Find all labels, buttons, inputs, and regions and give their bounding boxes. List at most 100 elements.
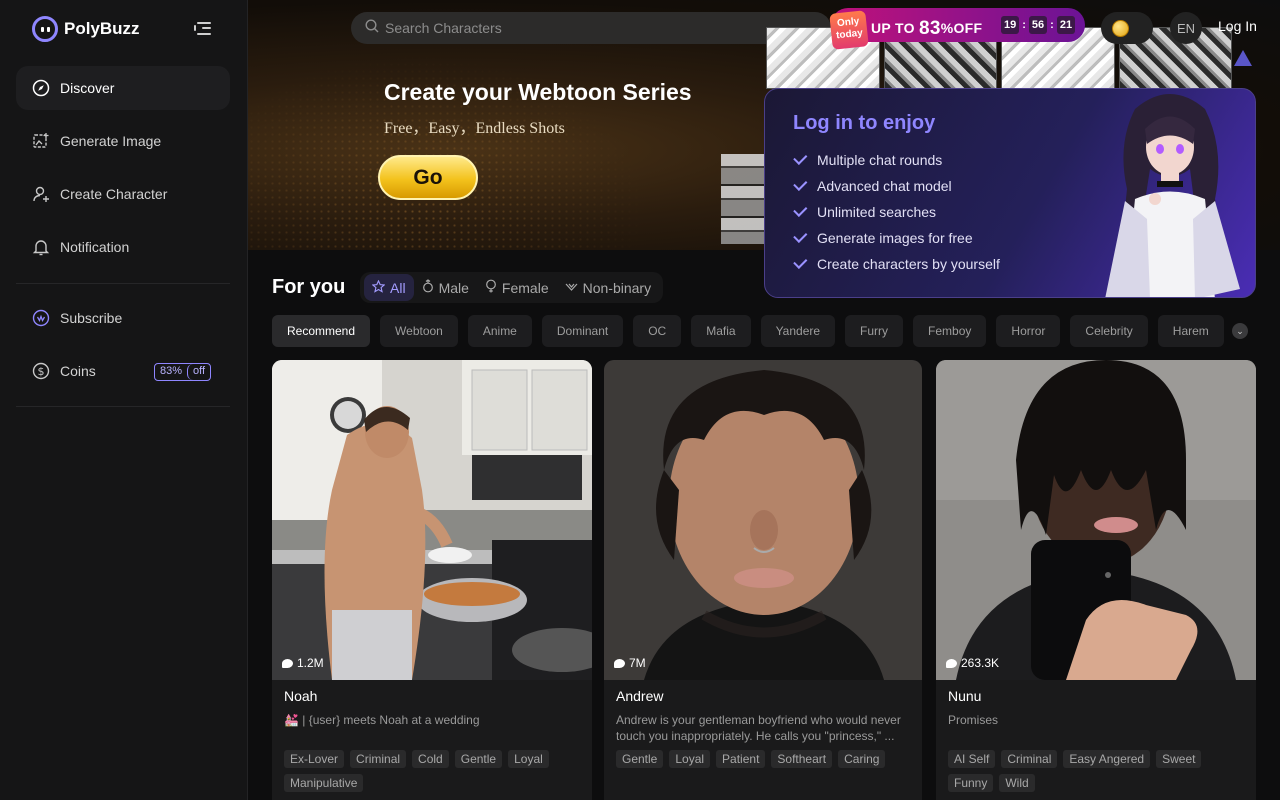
hero-pattern — [248, 40, 668, 250]
benefit-text: Generate images for free — [817, 230, 973, 246]
sidebar-item-label: Create Character — [60, 186, 168, 202]
category-webtoon[interactable]: Webtoon — [380, 315, 458, 347]
divider — [16, 406, 230, 407]
svg-text:$: $ — [38, 365, 45, 378]
go-button[interactable]: Go — [378, 155, 478, 200]
benefit-item: Advanced chat model — [793, 173, 1000, 199]
sidebar-item-generate-image[interactable]: Generate Image — [16, 119, 230, 163]
chat-count: 263.3K — [946, 656, 999, 670]
tab-label: Non-binary — [582, 279, 652, 296]
countdown-timer: 19: 56: 21 — [1001, 16, 1076, 34]
timer-minutes: 56 — [1028, 16, 1048, 34]
character-photo — [272, 360, 592, 680]
check-icon — [793, 150, 808, 165]
category-more-button[interactable]: ⌄ — [1224, 315, 1256, 347]
timer-hours: 19 — [1001, 16, 1020, 34]
sidebar-item-discover[interactable]: Discover — [16, 66, 230, 110]
sidebar-item-label: Coins — [60, 363, 96, 379]
image-plus-icon — [32, 132, 50, 150]
category-yandere[interactable]: Yandere — [760, 315, 836, 347]
tag: Ex-Lover — [284, 750, 345, 768]
tag: AI Self — [948, 750, 996, 768]
gender-filter: All Male Female Non-binary — [360, 272, 664, 303]
login-popup[interactable]: Log in to enjoy Multiple chat rounds Adv… — [764, 88, 1256, 298]
promo-banner[interactable]: Only today UP TO 83%OFF 19: 56: 21 — [829, 8, 1085, 50]
crown-icon — [32, 309, 50, 327]
search-bar[interactable] — [351, 12, 831, 44]
sidebar-item-label: Discover — [60, 80, 115, 96]
character-tags: Gentle Loyal Patient Softheart Caring — [616, 750, 912, 768]
chat-count: 1.2M — [282, 656, 324, 670]
benefit-text: Create characters by yourself — [817, 256, 1000, 272]
character-card-andrew[interactable]: 7M Andrew Andrew is your gentleman boyfr… — [604, 360, 922, 800]
benefit-item: Generate images for free — [793, 225, 1000, 251]
promo-tag: Only today — [829, 10, 869, 50]
chat-count: 7M — [614, 656, 646, 670]
check-icon — [793, 176, 808, 191]
category-femboy[interactable]: Femboy — [913, 315, 987, 347]
nonbinary-icon — [565, 280, 578, 296]
tab-all[interactable]: All — [364, 274, 414, 301]
coins-button[interactable] — [1101, 12, 1153, 44]
category-oc[interactable]: OC — [633, 315, 682, 347]
chat-bubble-icon — [946, 658, 957, 668]
dollar-icon: $ — [32, 362, 50, 380]
tab-female[interactable]: Female — [477, 274, 557, 301]
anime-character-illustration — [1105, 94, 1240, 297]
search-icon — [365, 18, 379, 38]
sidebar-item-notification[interactable]: Notification — [16, 225, 230, 269]
tag: Loyal — [508, 750, 549, 768]
character-card-noah[interactable]: 1.2M Noah 💒 | {user} meets Noah at a wed… — [272, 360, 592, 800]
character-description: 💒 | {user} meets Noah at a wedding — [284, 713, 480, 727]
tab-male[interactable]: Male — [414, 274, 477, 301]
category-horror[interactable]: Horror — [996, 315, 1061, 347]
tag: Loyal — [669, 750, 711, 768]
collapse-sidebar-icon[interactable] — [194, 21, 211, 36]
check-icon — [793, 254, 808, 269]
character-name: Andrew — [616, 688, 664, 704]
hero-title: Create your Webtoon Series — [384, 79, 692, 105]
tag: Cold — [412, 750, 449, 768]
tag: Manipulative — [284, 774, 364, 792]
main-content: Create your Webtoon Series Free，Easy，End… — [248, 0, 1280, 800]
character-card-nunu[interactable]: 263.3K Nunu Promises AI Self Criminal Ea… — [936, 360, 1256, 800]
sidebar-item-label: Generate Image — [60, 133, 162, 149]
tag: Criminal — [1001, 750, 1058, 768]
feed-heading: For you — [272, 276, 346, 298]
tab-label: All — [390, 279, 406, 296]
sidebar-item-subscribe[interactable]: Subscribe — [16, 296, 230, 340]
chevron-down-icon: ⌄ — [1232, 323, 1248, 339]
category-recommend[interactable]: Recommend — [272, 315, 371, 347]
logo-text: PolyBuzz — [64, 19, 140, 38]
character-photo — [604, 360, 922, 680]
login-link[interactable]: Log In — [1218, 18, 1257, 34]
search-input[interactable] — [385, 20, 805, 36]
female-icon — [485, 279, 497, 296]
category-anime[interactable]: Anime — [467, 315, 532, 347]
language-selector[interactable]: EN — [1170, 12, 1202, 44]
bell-icon — [32, 238, 50, 256]
category-mafia[interactable]: Mafia — [691, 315, 751, 347]
benefit-text: Unlimited searches — [817, 204, 937, 220]
promo-text: UP TO 83%OFF — [871, 17, 982, 39]
tag: Wild — [999, 774, 1035, 792]
chat-count-value: 1.2M — [297, 656, 324, 670]
category-harem[interactable]: Harem — [1157, 315, 1224, 347]
category-dominant[interactable]: Dominant — [541, 315, 624, 347]
user-plus-icon — [32, 185, 50, 203]
benefit-text: Advanced chat model — [817, 178, 952, 194]
benefit-item: Create characters by yourself — [793, 251, 1000, 277]
tag: Softheart — [771, 750, 833, 768]
category-celebrity[interactable]: Celebrity — [1070, 315, 1148, 347]
category-furry[interactable]: Furry — [845, 315, 904, 347]
character-description: Promises — [948, 713, 999, 727]
category-tabs: Recommend Webtoon Anime Dominant OC Mafi… — [272, 315, 1280, 347]
chat-bubble-icon — [614, 658, 625, 668]
tab-non-binary[interactable]: Non-binary — [557, 274, 659, 301]
tab-label: Male — [438, 279, 469, 296]
logo[interactable]: PolyBuzz — [32, 16, 140, 42]
sidebar-item-create-character[interactable]: Create Character — [16, 172, 230, 216]
badge-off: off — [187, 364, 210, 380]
promo-prefix: UP TO — [871, 20, 915, 36]
benefits-list: Multiple chat rounds Advanced chat model… — [793, 147, 1000, 277]
